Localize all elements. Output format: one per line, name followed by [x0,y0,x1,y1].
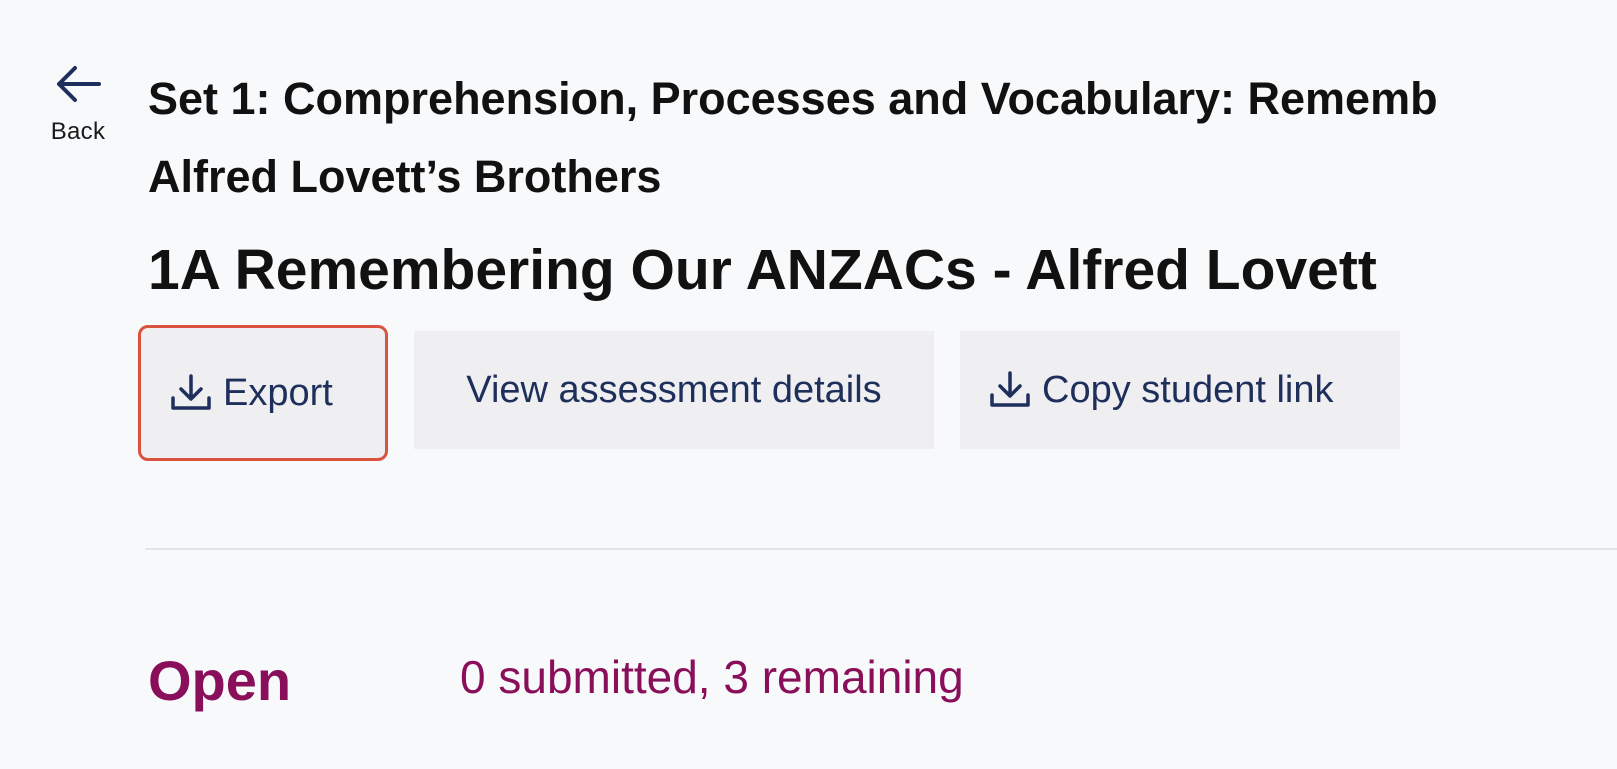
action-toolbar: Export View assessment details Copy stud… [138,325,1400,461]
export-label: Export [223,371,333,414]
download-icon [169,372,213,414]
view-assessment-details-label: View assessment details [466,368,882,411]
breadcrumb: Set 1: Comprehension, Processes and Voca… [148,60,1617,216]
page-title: 1A Remembering Our ANZACs - Alfred Lovet… [148,238,1377,302]
section-divider [145,548,1617,550]
arrow-left-icon [53,64,103,104]
status-badge: Open [148,649,292,712]
export-button[interactable]: Export [138,325,388,461]
breadcrumb-line-2: Alfred Lovett’s Brothers [148,151,662,202]
submission-summary: 0 submitted, 3 remaining [460,651,964,703]
view-assessment-details-button[interactable]: View assessment details [414,331,934,449]
back-label: Back [50,118,106,145]
copy-student-link-label: Copy student link [1042,368,1334,411]
back-button[interactable]: Back [40,64,116,146]
breadcrumb-line-1: Set 1: Comprehension, Processes and Voca… [148,73,1438,124]
download-icon [988,369,1032,411]
copy-student-link-button[interactable]: Copy student link [960,331,1400,449]
